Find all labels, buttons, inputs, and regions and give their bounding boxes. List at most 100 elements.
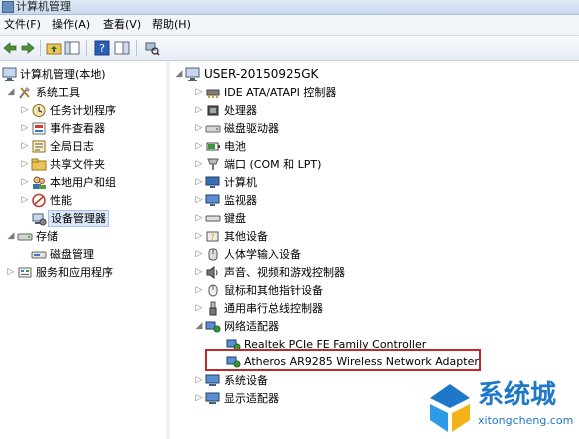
tree-node-device-manager[interactable]: 设备管理器	[20, 210, 160, 227]
menu-bar: 文件(F) 操作(A) 查看(V) 帮助(H)	[0, 15, 579, 36]
device-category-label: 键盘	[224, 212, 246, 225]
back-arrow-icon[interactable]	[2, 40, 18, 56]
collapsed-arrow-icon[interactable]: ▷	[194, 156, 204, 173]
tree-node-system-tools[interactable]: ◢ 系统工具	[6, 84, 156, 101]
tree-node-shared-folders[interactable]: ▷ 共享文件夹	[20, 156, 160, 173]
up-folder-icon[interactable]	[46, 40, 62, 56]
console-tree: 计算机管理(本地) ◢ 系统工具 ▷ 任务计划程序 ▷ 事件查看器 ▷ 全局日志…	[0, 62, 167, 439]
device-category-disk-drives[interactable]: ▷ 磁盘驱动器	[194, 120, 494, 137]
storage-icon	[17, 229, 33, 244]
device-tree-root[interactable]: ◢ USER-20150925GK	[174, 66, 374, 83]
tree-node-storage[interactable]: ◢ 存储	[6, 228, 156, 245]
tree-label: 磁盘管理	[50, 248, 94, 261]
toolbar-separator	[86, 40, 87, 56]
device-category-label: 通用串行总线控制器	[224, 302, 323, 315]
device-category-hid[interactable]: ▷ 人体学输入设备	[194, 246, 494, 263]
shared-folder-icon	[31, 157, 47, 172]
collapsed-arrow-icon[interactable]: ▷	[194, 282, 204, 299]
tree-label: 任务计划程序	[50, 104, 116, 117]
device-category-label: 人体学输入设备	[224, 248, 301, 261]
help-icon[interactable]: ?	[94, 40, 110, 56]
device-category-label: 鼠标和其他指针设备	[224, 284, 323, 297]
title-bar: 计算机管理	[0, 0, 579, 15]
collapsed-arrow-icon[interactable]: ▷	[194, 102, 204, 119]
expanded-arrow-icon[interactable]: ◢	[174, 66, 184, 83]
properties-pane-icon[interactable]	[114, 40, 130, 56]
processor-icon	[205, 103, 221, 118]
tree-node-services-apps[interactable]: ▷ 服务和应用程序	[6, 264, 162, 281]
menu-help[interactable]: 帮助(H)	[152, 18, 191, 32]
collapsed-arrow-icon[interactable]: ▷	[20, 138, 30, 155]
device-category-sound[interactable]: ▷ 声音、视频和游戏控制器	[194, 264, 494, 281]
collapsed-arrow-icon[interactable]: ▷	[20, 156, 30, 173]
svg-text:?: ?	[99, 42, 105, 55]
device-category-label: 显示适配器	[224, 392, 279, 405]
tree-label: 计算机管理(本地)	[20, 68, 106, 81]
collapsed-arrow-icon[interactable]: ▷	[20, 192, 30, 209]
device-category-monitors[interactable]: ▷ 监视器	[194, 192, 494, 209]
collapsed-arrow-icon[interactable]: ▷	[194, 138, 204, 155]
device-category-keyboard[interactable]: ▷ 键盘	[194, 210, 494, 227]
device-category-label: 其他设备	[224, 230, 268, 243]
system-tools-icon	[17, 85, 33, 100]
collapsed-arrow-icon[interactable]: ▷	[194, 246, 204, 263]
device-category-usb[interactable]: ▷ 通用串行总线控制器	[194, 300, 494, 317]
device-category-battery[interactable]: ▷ 电池	[194, 138, 494, 155]
collapsed-arrow-icon[interactable]: ▷	[194, 372, 204, 389]
show-hide-console-tree-icon[interactable]	[64, 40, 80, 56]
collapsed-arrow-icon[interactable]: ▷	[20, 120, 30, 137]
tree-label: 设备管理器	[48, 210, 109, 227]
collapsed-arrow-icon[interactable]: ▷	[194, 210, 204, 227]
collapsed-arrow-icon[interactable]: ▷	[194, 192, 204, 209]
device-category-other[interactable]: ▷ ? 其他设备	[194, 228, 494, 245]
device-category-processor[interactable]: ▷ 处理器	[194, 102, 494, 119]
highlight-box	[205, 349, 481, 371]
ide-controller-icon	[205, 85, 221, 100]
collapsed-arrow-icon[interactable]: ▷	[6, 264, 16, 281]
expanded-arrow-icon[interactable]: ◢	[6, 84, 16, 101]
collapsed-arrow-icon[interactable]: ▷	[20, 102, 30, 119]
tree-label: 本地用户和组	[50, 176, 116, 189]
tree-node-performance[interactable]: ▷ 性能	[20, 192, 160, 209]
expanded-arrow-icon[interactable]: ◢	[194, 318, 204, 335]
device-category-label: 磁盘驱动器	[224, 122, 279, 135]
collapsed-arrow-icon[interactable]: ▷	[194, 84, 204, 101]
collapsed-arrow-icon[interactable]: ▷	[194, 228, 204, 245]
collapsed-arrow-icon[interactable]: ▷	[194, 264, 204, 281]
menu-file[interactable]: 文件(F)	[4, 18, 41, 32]
tree-node-disk-management[interactable]: 磁盘管理	[20, 246, 160, 263]
device-category-mouse[interactable]: ▷ 鼠标和其他指针设备	[194, 282, 494, 299]
tree-label: 共享文件夹	[50, 158, 105, 171]
computer-icon	[2, 67, 18, 82]
collapsed-arrow-icon[interactable]: ▷	[194, 174, 204, 191]
watermark-url: xitongcheng.com	[478, 414, 574, 427]
expanded-arrow-icon[interactable]: ◢	[6, 228, 16, 245]
device-category-computer[interactable]: ▷ 计算机	[194, 174, 494, 191]
collapsed-arrow-icon[interactable]: ▷	[194, 300, 204, 317]
device-category-network[interactable]: ◢ 网络适配器	[194, 318, 494, 335]
system-devices-icon	[205, 373, 221, 388]
tree-node-task-scheduler[interactable]: ▷ 任务计划程序	[20, 102, 160, 119]
tree-label: 事件查看器	[50, 122, 105, 135]
menu-view[interactable]: 查看(V)	[103, 18, 141, 32]
tree-node-root[interactable]: 计算机管理(本地)	[2, 66, 162, 83]
performance-icon	[31, 193, 47, 208]
services-icon	[17, 265, 33, 280]
users-icon	[31, 175, 47, 190]
tree-node-global-log[interactable]: ▷ 全局日志	[20, 138, 160, 155]
device-category-ide[interactable]: ▷ IDE ATA/ATAPI 控制器	[194, 84, 494, 101]
collapsed-arrow-icon[interactable]: ▷	[20, 174, 30, 191]
mouse-icon	[205, 283, 221, 298]
tree-node-local-users[interactable]: ▷ 本地用户和组	[20, 174, 160, 191]
computer-management-icon	[2, 1, 14, 13]
display-adapter-icon	[205, 391, 221, 406]
scan-hardware-icon[interactable]	[144, 40, 160, 56]
tree-node-event-viewer[interactable]: ▷ 事件查看器	[20, 120, 160, 137]
collapsed-arrow-icon[interactable]: ▷	[194, 120, 204, 137]
menu-action[interactable]: 操作(A)	[52, 18, 90, 32]
collapsed-arrow-icon[interactable]: ▷	[194, 390, 204, 407]
device-category-ports[interactable]: ▷ 端口 (COM 和 LPT)	[194, 156, 494, 173]
toolbar: ?	[0, 36, 579, 61]
device-category-label: 监视器	[224, 194, 257, 207]
forward-arrow-icon[interactable]	[20, 40, 36, 56]
